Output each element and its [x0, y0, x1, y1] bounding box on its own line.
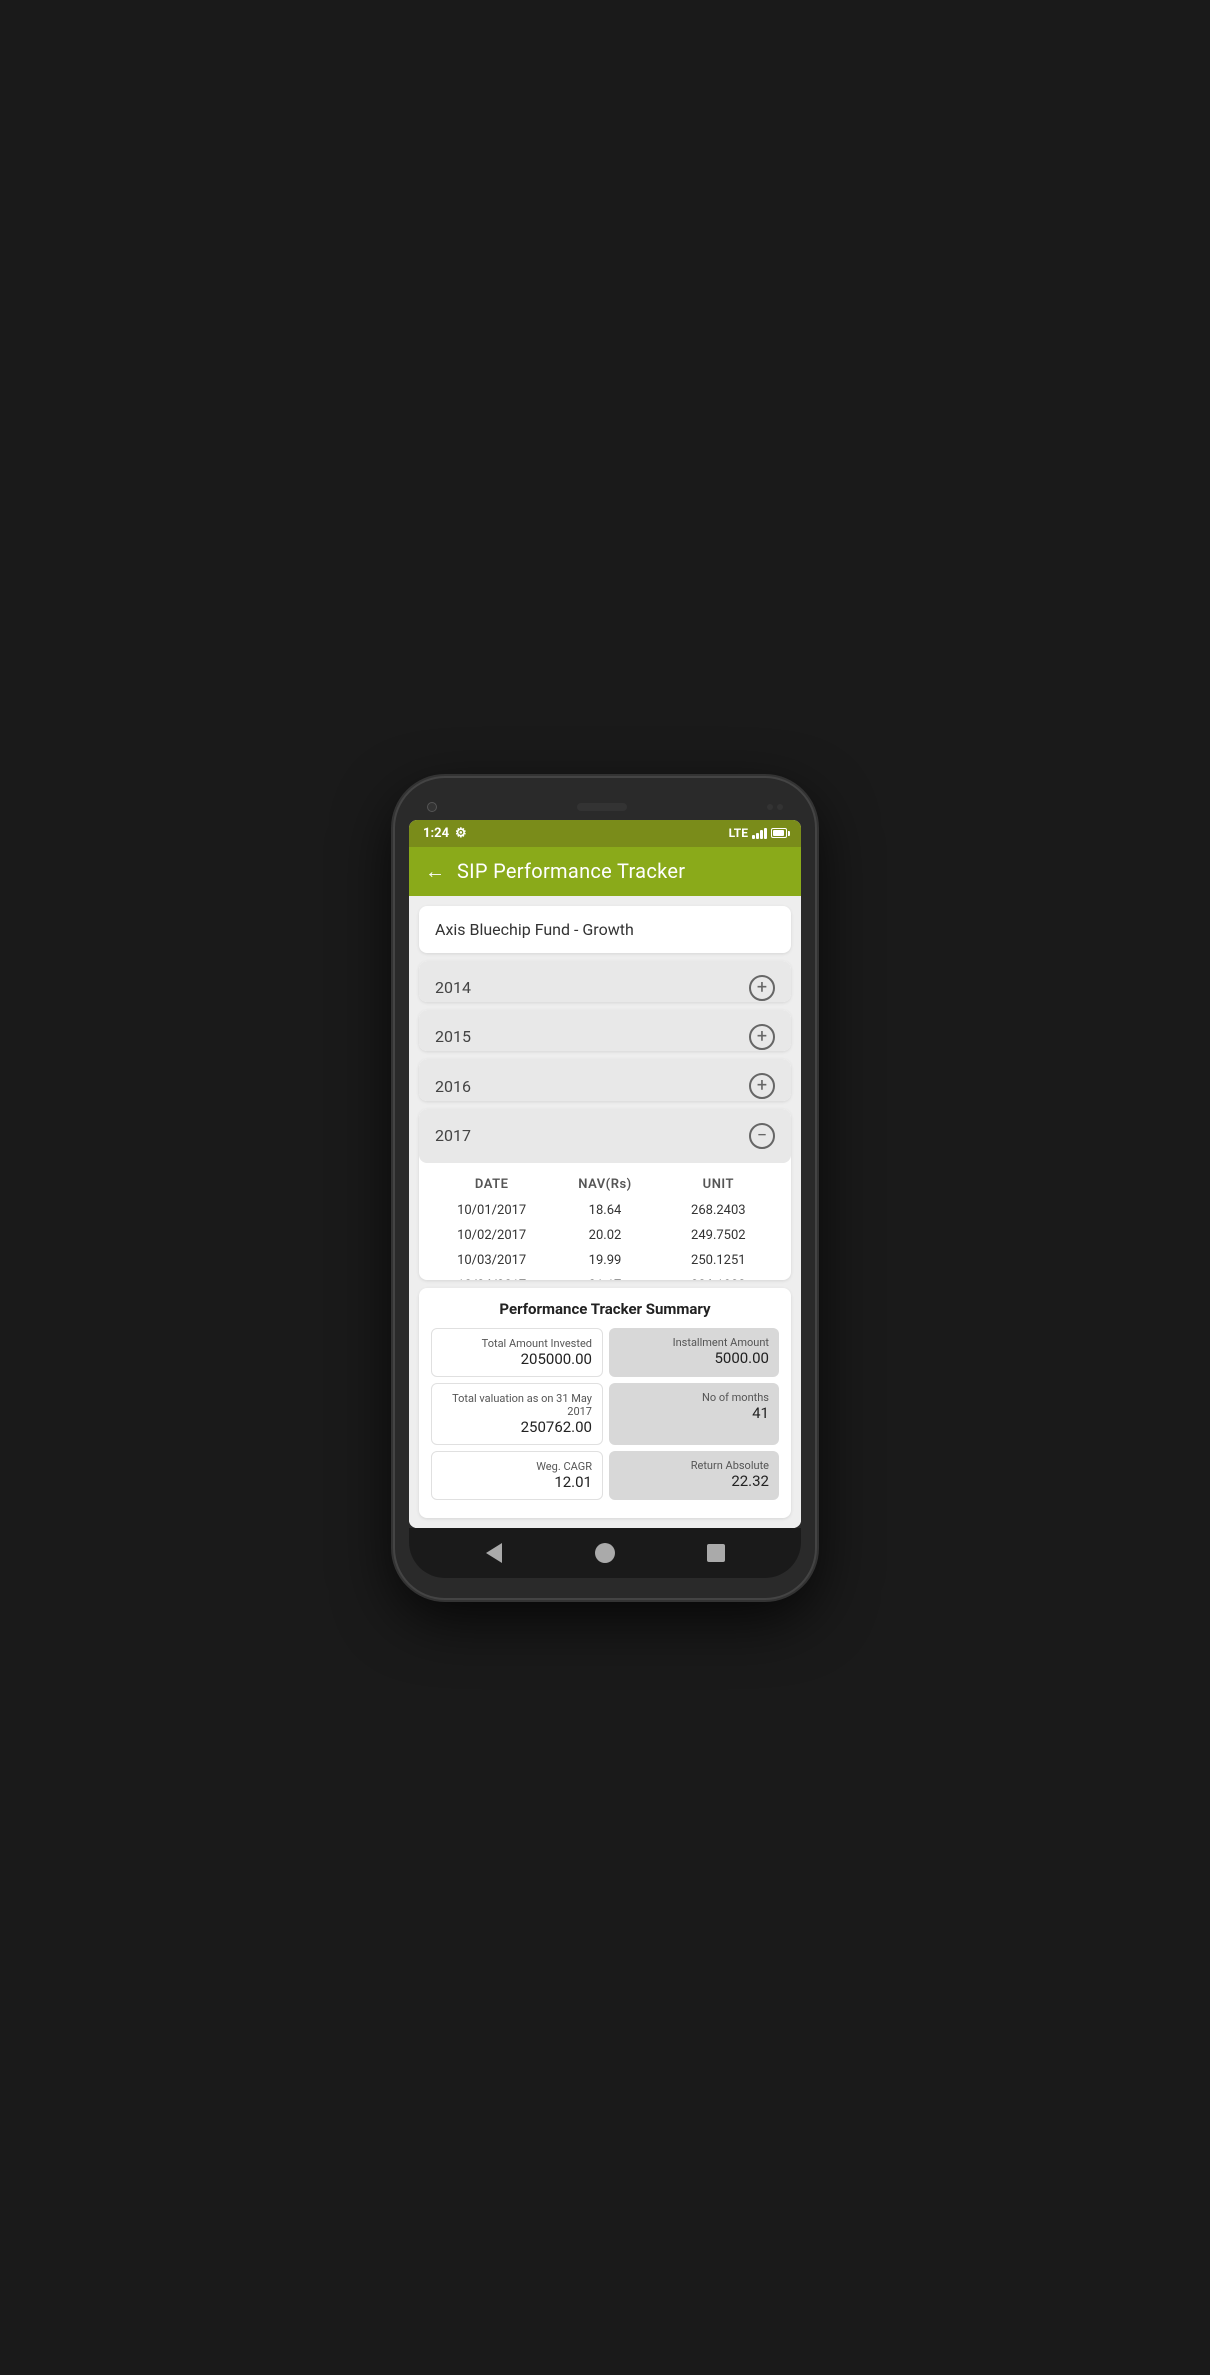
lte-label: LTE — [729, 826, 748, 840]
fund-name-card: Axis Bluechip Fund - Growth — [419, 906, 791, 953]
phone-screen: 1:24 ⚙ LTE ← SIP Performance Tracker — [409, 820, 801, 1528]
summary-row-2: Total valuation as on 31 May 2017 250762… — [431, 1383, 779, 1445]
summary-title: Performance Tracker Summary — [431, 1300, 779, 1318]
status-right: LTE — [729, 826, 787, 840]
year-header-2017[interactable]: 2017 − — [419, 1109, 791, 1163]
installment-amount-label: Installment Amount — [619, 1336, 769, 1349]
installment-amount-cell: Installment Amount 5000.00 — [609, 1328, 779, 1377]
sensors — [767, 804, 783, 810]
app-header: ← SIP Performance Tracker — [409, 847, 801, 896]
unit-1: 249.7502 — [662, 1228, 775, 1243]
nav-0: 18.64 — [548, 1203, 661, 1218]
summary-row-1: Total Amount Invested 205000.00 Installm… — [431, 1328, 779, 1377]
total-amount-cell: Total Amount Invested 205000.00 — [431, 1328, 603, 1377]
cagr-label: Weg. CAGR — [442, 1460, 592, 1473]
time-display: 1:24 — [423, 826, 449, 841]
col-unit-header: UNIT — [662, 1177, 775, 1192]
signal-bar-1 — [752, 835, 755, 839]
unit-3: 236.1833 — [662, 1278, 775, 1280]
year-section-2017: 2017 − DATE NAV(Rs) UNIT 10/01/2017 18.6… — [419, 1109, 791, 1280]
date-3: 10/04/2017 — [435, 1278, 548, 1280]
total-valuation-value: 250762.00 — [442, 1418, 592, 1436]
status-bar: 1:24 ⚙ LTE — [409, 820, 801, 847]
year-label-2014: 2014 — [435, 978, 471, 997]
settings-icon: ⚙ — [455, 826, 467, 841]
total-valuation-label: Total valuation as on 31 May 2017 — [442, 1392, 592, 1418]
nav-3: 21.17 — [548, 1278, 661, 1280]
months-cell: No of months 41 — [609, 1383, 779, 1445]
table-row: 10/02/2017 20.02 249.7502 — [419, 1223, 791, 1248]
signal-bar-2 — [756, 833, 759, 839]
date-1: 10/02/2017 — [435, 1228, 548, 1243]
phone-top-decorations — [409, 798, 801, 820]
months-value: 41 — [619, 1404, 769, 1422]
expand-icon-2016: + — [749, 1073, 775, 1099]
year-header-2016[interactable]: 2016 + — [419, 1059, 791, 1100]
year-section-2016: 2016 + — [419, 1059, 791, 1100]
date-2: 10/03/2017 — [435, 1253, 548, 1268]
screen-content: Axis Bluechip Fund - Growth 2014 + 2015 … — [409, 896, 801, 1528]
front-camera — [427, 802, 437, 812]
return-absolute-cell: Return Absolute 22.32 — [609, 1451, 779, 1500]
home-nav-icon — [595, 1543, 615, 1563]
cagr-cell: Weg. CAGR 12.01 — [431, 1451, 603, 1500]
signal-icon — [752, 827, 767, 839]
year-label-2015: 2015 — [435, 1027, 471, 1046]
battery-fill — [773, 830, 784, 836]
summary-row-3: Weg. CAGR 12.01 Return Absolute 22.32 — [431, 1451, 779, 1500]
fund-name-text: Axis Bluechip Fund - Growth — [435, 920, 634, 939]
back-nav-icon — [486, 1543, 502, 1563]
expand-icon-2015: + — [749, 1024, 775, 1050]
app-title: SIP Performance Tracker — [457, 859, 685, 883]
year-header-2014[interactable]: 2014 + — [419, 961, 791, 1002]
year-section-2015: 2015 + — [419, 1010, 791, 1051]
sensor-dot — [767, 804, 773, 810]
recents-nav-button[interactable] — [704, 1541, 728, 1565]
expand-icon-2014: + — [749, 975, 775, 1001]
table-row: 10/01/2017 18.64 268.2403 — [419, 1198, 791, 1223]
year-section-2014: 2014 + — [419, 961, 791, 1002]
year-header-2015[interactable]: 2015 + — [419, 1010, 791, 1051]
total-valuation-cell: Total valuation as on 31 May 2017 250762… — [431, 1383, 603, 1445]
bottom-nav-bar — [409, 1528, 801, 1578]
signal-bar-3 — [760, 830, 763, 839]
table-header: DATE NAV(Rs) UNIT — [419, 1171, 791, 1198]
phone-frame: 1:24 ⚙ LTE ← SIP Performance Tracker — [395, 778, 815, 1598]
year-table-2017: DATE NAV(Rs) UNIT 10/01/2017 18.64 268.2… — [419, 1163, 791, 1280]
total-amount-value: 205000.00 — [442, 1350, 592, 1368]
months-label: No of months — [619, 1391, 769, 1404]
col-date-header: DATE — [435, 1177, 548, 1192]
return-absolute-value: 22.32 — [619, 1472, 769, 1490]
nav-1: 20.02 — [548, 1228, 661, 1243]
total-amount-label: Total Amount Invested — [442, 1337, 592, 1350]
collapse-icon-2017: − — [749, 1123, 775, 1149]
year-label-2016: 2016 — [435, 1077, 471, 1096]
unit-0: 268.2403 — [662, 1203, 775, 1218]
back-button[interactable]: ← — [425, 859, 445, 884]
table-row: 10/04/2017 21.17 236.1833 — [419, 1273, 791, 1280]
unit-2: 250.1251 — [662, 1253, 775, 1268]
table-row: 10/03/2017 19.99 250.1251 — [419, 1248, 791, 1273]
home-nav-button[interactable] — [593, 1541, 617, 1565]
signal-bar-4 — [764, 828, 767, 839]
cagr-value: 12.01 — [442, 1473, 592, 1491]
summary-section: Performance Tracker Summary Total Amount… — [419, 1288, 791, 1518]
earpiece-speaker — [577, 803, 627, 811]
sensor-dot — [777, 804, 783, 810]
status-left: 1:24 ⚙ — [423, 826, 467, 841]
back-nav-button[interactable] — [482, 1541, 506, 1565]
col-nav-header: NAV(Rs) — [548, 1177, 661, 1192]
recents-nav-icon — [707, 1544, 725, 1562]
installment-amount-value: 5000.00 — [619, 1349, 769, 1367]
nav-2: 19.99 — [548, 1253, 661, 1268]
return-absolute-label: Return Absolute — [619, 1459, 769, 1472]
date-0: 10/01/2017 — [435, 1203, 548, 1218]
year-label-2017: 2017 — [435, 1126, 471, 1145]
battery-icon — [771, 828, 787, 838]
